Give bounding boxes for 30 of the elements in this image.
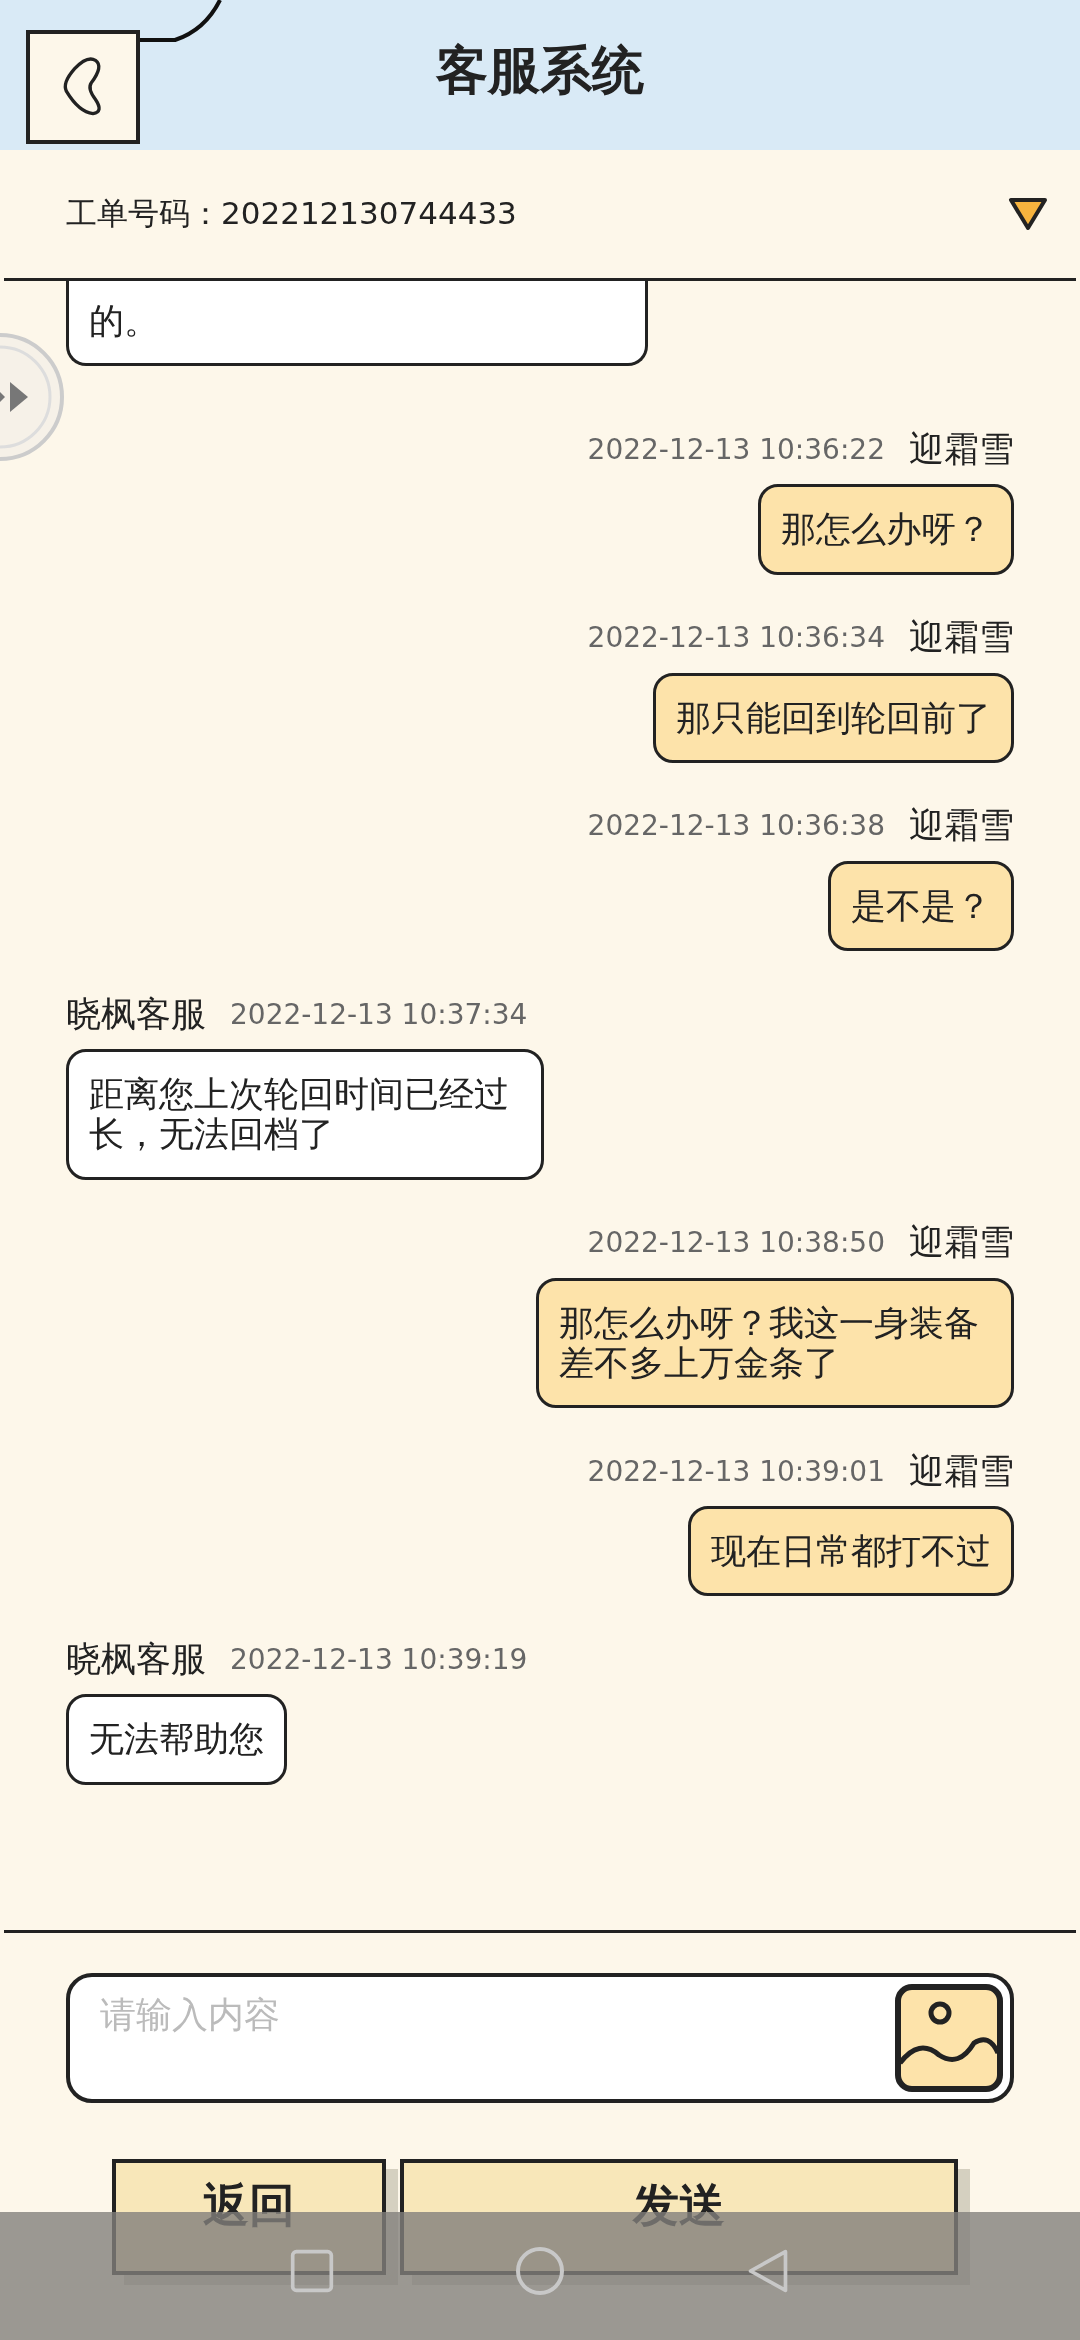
ticket-number: 工单号码：202212130744433 <box>66 194 517 233</box>
message-input-field[interactable]: 请输入内容 <box>66 1973 1014 2103</box>
message-bubble: 那怎么办呀？我这一身装备差不多上万金条了 <box>536 1277 1014 1408</box>
message-time: 2022-12-13 10:39:19 <box>230 1642 528 1676</box>
message-bubble: 无法帮助您 <box>66 1694 287 1785</box>
message-bubble: 距离您上次轮回时间已经过长，无法回档了 <box>66 1049 544 1180</box>
dropdown-icon[interactable] <box>1008 196 1048 232</box>
sender-name: 迎霜雪 <box>909 616 1014 659</box>
sender-name: 迎霜雪 <box>909 804 1014 848</box>
message-time: 2022-12-13 10:36:22 <box>587 432 885 466</box>
image-icon[interactable] <box>894 1983 1004 2093</box>
sender-name: 迎霜雪 <box>909 427 1014 471</box>
message-time: 2022-12-13 10:38:50 <box>587 1226 885 1259</box>
message-bubble: 现在日常都打不过 <box>688 1506 1014 1597</box>
message-time: 2022-12-13 10:39:01 <box>587 1454 885 1488</box>
message-bubble: 的。 <box>66 281 648 367</box>
message-bubble: 那只能回到轮回前了 <box>653 672 1014 763</box>
message-time: 2022-12-13 10:36:34 <box>587 621 885 654</box>
page-title: 客服系统 <box>436 39 644 102</box>
message-time: 2022-12-13 10:36:38 <box>587 809 885 843</box>
sender-name: 迎霜雪 <box>909 1449 1014 1493</box>
home-icon[interactable] <box>515 2246 565 2296</box>
message-bubble: 那怎么办呀？ <box>758 484 1014 575</box>
recent-apps-icon[interactable] <box>289 2248 335 2294</box>
sender-name: 迎霜雪 <box>909 1221 1014 1264</box>
sender-name: 晓枫客服 <box>66 1637 206 1681</box>
back-button[interactable] <box>26 30 140 144</box>
message-time: 2022-12-13 10:37:34 <box>230 997 528 1031</box>
sender-name: 晓枫客服 <box>66 992 206 1036</box>
message-bubble: 是不是？ <box>828 860 1014 951</box>
